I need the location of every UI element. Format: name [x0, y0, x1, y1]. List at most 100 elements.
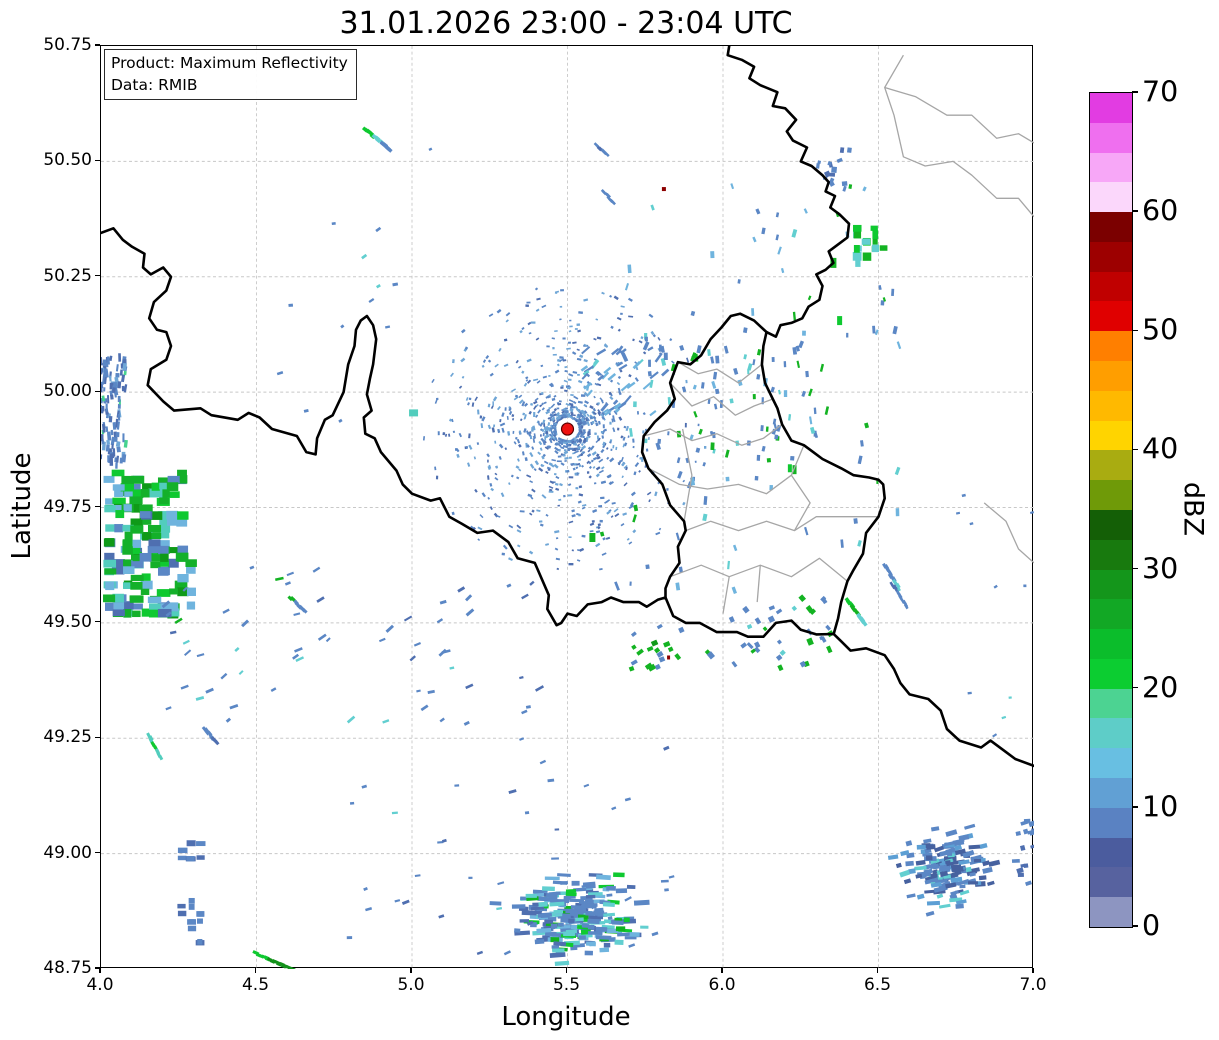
colorbar-color-step: [1090, 272, 1132, 302]
tick-mark: [410, 968, 411, 973]
tick-mark: [95, 967, 100, 968]
echo-streak-blue-streak-se1: [882, 563, 901, 592]
colorbar-color-step: [1090, 897, 1132, 927]
tick-mark: [721, 968, 722, 973]
gridlines: [101, 46, 1034, 969]
colorbar-color-step: [1090, 599, 1132, 629]
echo-streak-cyan-hook-sw: [146, 732, 163, 760]
colorbar-color-step: [1090, 689, 1132, 719]
x-tick-label: 6.0: [708, 975, 735, 995]
echo-streak-green-streak-bottom: [252, 950, 303, 969]
echo-spot-red-speck-south: [667, 655, 670, 659]
radar-site-marker: [562, 423, 574, 435]
colorbar-color-step: [1090, 570, 1132, 600]
colorbar-color-step: [1090, 838, 1132, 868]
info-box: Product: Maximum Reflectivity Data: RMIB: [104, 49, 357, 100]
x-tick-label: 4.5: [242, 975, 269, 995]
colorbar-tick-label: 40: [1142, 433, 1178, 466]
plot-area: Product: Maximum Reflectivity Data: RMIB: [100, 45, 1033, 968]
y-tick-label: 48.75: [0, 958, 92, 978]
colorbar-color-step: [1090, 748, 1132, 778]
colorbar-tick-label: 30: [1142, 552, 1178, 585]
colorbar: [1089, 92, 1133, 928]
x-tick-label: 4.0: [86, 975, 113, 995]
colorbar-color-step: [1090, 391, 1132, 421]
colorbar-color-step: [1090, 301, 1132, 331]
tick-mark: [95, 44, 100, 45]
echo-cluster-right-edge-bits: [1012, 819, 1034, 886]
echo-spot-green-cell-mid: [589, 533, 595, 542]
colorbar-tick-mark: [1132, 806, 1138, 808]
colorbar-color-step: [1090, 212, 1132, 242]
echo-cluster-west-edge-strip: [101, 353, 128, 469]
y-tick-label: 50.50: [0, 150, 92, 170]
colorbar-tick-mark: [1132, 925, 1138, 927]
colorbar-color-step: [1090, 867, 1132, 897]
colorbar-tick-label: 70: [1142, 76, 1178, 109]
colorbar-color-step: [1090, 480, 1132, 510]
colorbar-color-step: [1090, 123, 1132, 153]
colorbar-color-step: [1090, 540, 1132, 570]
info-product-line: Product: Maximum Reflectivity: [111, 52, 348, 74]
x-tick-label: 5.0: [397, 975, 424, 995]
figure-title: 31.01.2026 23:00 - 23:04 UTC: [339, 6, 792, 41]
region-borders: [644, 55, 1034, 613]
colorbar-color-step: [1090, 93, 1132, 123]
radar-reflectivity-figure: 31.01.2026 23:00 - 23:04 UTC Product: Ma…: [0, 0, 1219, 1040]
colorbar-color-step: [1090, 808, 1132, 838]
echo-spot-red-speck-north: [662, 187, 666, 191]
colorbar-tick-mark: [1132, 687, 1138, 689]
colorbar-tick-label: 60: [1142, 195, 1178, 228]
echo-streak-green-streak-nw: [362, 126, 393, 152]
y-tick-label: 49.00: [0, 843, 92, 863]
colorbar-tick-label: 20: [1142, 671, 1178, 704]
colorbar-color-step: [1090, 778, 1132, 808]
colorbar-color-step: [1090, 718, 1132, 748]
y-tick-label: 49.25: [0, 727, 92, 747]
colorbar-color-step: [1090, 153, 1132, 183]
tick-mark: [95, 275, 100, 276]
tick-mark: [95, 737, 100, 738]
echo-spot-green-cell-ne2: [837, 316, 842, 325]
colorbar-color-step: [1090, 361, 1132, 391]
colorbar-tick-mark: [1132, 330, 1138, 332]
colorbar-label: dBZ: [1178, 482, 1209, 536]
tick-mark: [95, 506, 100, 507]
echo-cluster-border-ne-cluster: [853, 225, 888, 267]
colorbar-color-step: [1090, 450, 1132, 480]
colorbar-tick-label: 10: [1142, 790, 1178, 823]
x-axis-label: Longitude: [501, 1002, 630, 1032]
colorbar-tick-mark: [1132, 91, 1138, 93]
colorbar-tick-label: 0: [1142, 910, 1160, 943]
colorbar-color-step: [1090, 510, 1132, 540]
y-tick-label: 50.00: [0, 381, 92, 401]
echo-streak-green-streak-se: [845, 597, 868, 627]
echo-cluster-west-rain-blob-south: [103, 538, 197, 618]
colorbar-color-step: [1090, 182, 1132, 212]
colorbar-tick-mark: [1132, 449, 1138, 451]
echo-streak-blue-dash-n1: [601, 189, 616, 205]
echo-cluster-west-rain-blob-north: [104, 470, 189, 548]
colorbar-tick-label: 50: [1142, 314, 1178, 347]
echo-cluster-south-center-rain: [490, 872, 650, 966]
colorbar-tick-mark: [1132, 568, 1138, 570]
x-tick-label: 5.5: [553, 975, 580, 995]
tick-mark: [99, 968, 100, 973]
colorbar-tick-mark: [1132, 210, 1138, 212]
echo-cluster-bg-border-top-cluster: [816, 147, 852, 187]
echo-cluster-mid-sparse: [277, 147, 505, 426]
echo-cluster-right-sparse: [956, 494, 1034, 738]
y-tick-label: 49.50: [0, 612, 92, 632]
tick-mark: [95, 621, 100, 622]
echo-cluster-athus-green-cells: [629, 624, 685, 672]
echo-cluster-southeast-rain: [888, 824, 1000, 917]
map-canvas: [101, 46, 1034, 969]
echo-cluster-bottom-left-cells-b: [177, 898, 204, 945]
tick-mark: [95, 391, 100, 392]
y-tick-label: 50.75: [0, 35, 92, 55]
echo-streak-green-diag-mid: [287, 595, 307, 613]
colorbar-color-step: [1090, 659, 1132, 689]
echo-cluster-south-band-scatter: [162, 566, 544, 726]
colorbar-color-step: [1090, 331, 1132, 361]
x-tick-label: 6.5: [864, 975, 891, 995]
